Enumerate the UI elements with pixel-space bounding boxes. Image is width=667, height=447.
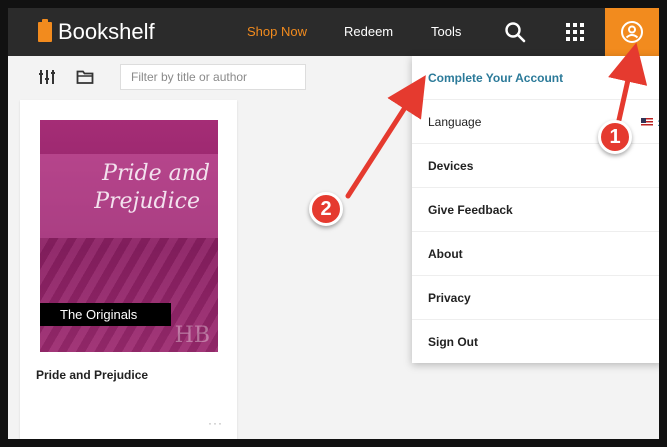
step-1-badge: 1	[598, 120, 632, 154]
shop-now-link[interactable]: Shop Now	[247, 8, 307, 56]
menu-item-complete-account[interactable]: Complete Your Account	[412, 56, 659, 100]
flag-icon	[641, 117, 654, 127]
account-button[interactable]	[605, 8, 659, 56]
top-bar: Bookshelf Shop Now Redeem Tools	[8, 8, 659, 56]
cover-series-label: The Originals	[40, 303, 171, 326]
tools-link[interactable]: Tools	[431, 8, 461, 56]
folder-icon	[76, 70, 94, 84]
language-label: Language	[428, 115, 482, 129]
search-icon	[505, 22, 526, 43]
account-icon	[621, 21, 643, 43]
apps-grid-icon	[566, 23, 584, 41]
book-cover[interactable]: Pride and Prejudice The Originals HB	[40, 120, 218, 352]
search-button[interactable]	[498, 8, 532, 56]
book-card[interactable]: Pride and Prejudice The Originals HB Pri…	[20, 100, 237, 439]
redeem-link[interactable]: Redeem	[344, 8, 393, 56]
language-indicator: ›	[641, 100, 659, 144]
menu-item-privacy[interactable]: Privacy	[412, 276, 659, 320]
brand-name: Bookshelf	[58, 19, 155, 44]
brand[interactable]: Bookshelf	[38, 19, 155, 45]
menu-item-give-feedback[interactable]: Give Feedback	[412, 188, 659, 232]
cover-publisher-mark: HB	[174, 323, 210, 348]
sort-sliders-icon	[39, 70, 55, 84]
book-title[interactable]: Pride and Prejudice	[36, 368, 148, 382]
menu-item-about[interactable]: About	[412, 232, 659, 276]
collections-button[interactable]	[74, 66, 96, 88]
book-logo-icon	[38, 19, 52, 42]
menu-item-sign-out[interactable]: Sign Out	[412, 320, 659, 364]
book-more-options[interactable]: ···	[208, 416, 223, 430]
cover-title-line2: Prejudice	[94, 189, 200, 214]
cover-title: Pride and Prejudice	[60, 160, 210, 216]
apps-button[interactable]	[558, 8, 592, 56]
sort-button[interactable]	[36, 66, 58, 88]
chevron-right-icon: ›	[657, 100, 659, 144]
account-menu: Complete Your Account Language › Devices…	[412, 56, 659, 363]
cover-title-line1: Pride and	[102, 161, 210, 186]
filter-input[interactable]	[120, 64, 306, 90]
step-2-badge: 2	[309, 192, 343, 226]
